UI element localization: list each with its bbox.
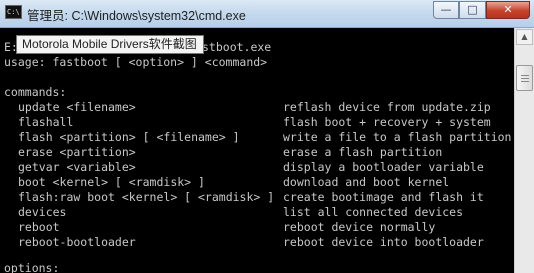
command-desc: reboot device normally — [283, 220, 436, 234]
command-name: erase <partition> — [18, 145, 136, 159]
command-name: flashall — [18, 115, 74, 129]
grip-line — [521, 75, 529, 76]
scroll-up-arrow-icon[interactable]: ▲ — [516, 29, 533, 45]
window-title: 管理员: C:\Windows\system32\cmd.exe — [27, 9, 246, 23]
prompt-line-end: stboot.exe — [202, 40, 272, 54]
vertical-scrollbar[interactable]: ▲ — [514, 28, 534, 273]
cmd-window: C:\ 管理员: C:\Windows\system32\cmd.exe — □… — [0, 0, 534, 273]
close-button[interactable]: ✕ — [486, 1, 530, 19]
command-desc: erase a flash partition — [283, 145, 443, 159]
grip-line — [521, 78, 529, 79]
maximize-button[interactable]: □ — [459, 1, 486, 19]
console-output[interactable]: E: stboot.exe usage: fastboot [ <option>… — [0, 28, 514, 273]
usage-line: usage: fastboot [ <option> ] <command> — [4, 55, 268, 69]
command-name: flash <partition> [ <filename> ] — [18, 130, 240, 144]
command-desc: reflash device from update.zip — [283, 100, 491, 114]
command-desc: create bootimage and flash it — [283, 190, 484, 204]
tooltip: Motorola Mobile Drivers软件截图 — [16, 35, 204, 54]
minimize-button[interactable]: — — [433, 1, 459, 19]
command-name: boot <kernel> [ <ramdisk> ] — [18, 175, 205, 189]
command-name: flash:raw boot <kernel> [ <ramdisk> ] — [18, 190, 275, 204]
scroll-thumb[interactable] — [516, 65, 533, 91]
command-desc: reboot device into bootloader — [283, 235, 484, 249]
command-desc: list all connected devices — [283, 205, 464, 219]
commands-header: commands: — [4, 85, 67, 99]
command-desc: write a file to a flash partition — [283, 130, 512, 144]
options-header: options: — [4, 261, 60, 273]
command-name: update <filename> — [18, 100, 136, 114]
command-desc: download and boot kernel — [283, 175, 450, 189]
command-name: reboot-bootloader — [18, 235, 136, 249]
command-name: reboot — [18, 220, 60, 234]
title-bar[interactable]: C:\ 管理员: C:\Windows\system32\cmd.exe — □… — [0, 0, 534, 28]
command-name: devices — [18, 205, 67, 219]
cmd-icon[interactable]: C:\ — [5, 5, 22, 19]
command-desc: display a bootloader variable — [283, 160, 484, 174]
command-desc: flash boot + recovery + system — [283, 115, 491, 129]
grip-line — [521, 81, 529, 82]
command-name: getvar <variable> — [18, 160, 136, 174]
